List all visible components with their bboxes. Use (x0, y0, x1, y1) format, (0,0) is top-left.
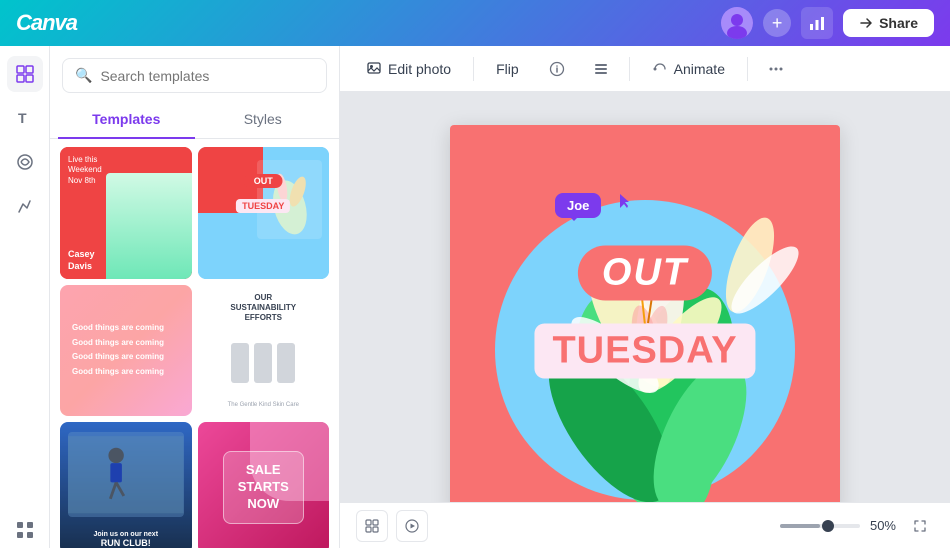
canva-logo: Canva (16, 10, 77, 36)
app-header: Canva + Share (0, 0, 950, 46)
toolbar-divider-3 (747, 57, 748, 81)
bottom-left-tools (356, 510, 428, 542)
search-icon: 🔍 (75, 67, 92, 84)
template-card-casey[interactable]: Live thisWeekendNov 8th CaseyDavis (60, 147, 192, 279)
canvas-out-text: OUT (578, 246, 712, 301)
search-bar-container: 🔍 (50, 46, 339, 101)
info-button[interactable] (541, 53, 573, 85)
play-button[interactable] (396, 510, 428, 542)
draw-icon (15, 196, 35, 216)
play-icon (405, 519, 419, 533)
layout-button[interactable] (585, 53, 617, 85)
more-options-icon (768, 61, 784, 77)
text-icon: T (15, 108, 35, 128)
card-sale-text: SALESTARTSNOW (238, 462, 289, 511)
template-card-good-things[interactable]: Good things are comingGood things are co… (60, 285, 192, 417)
collaborator-cursor-joe: Joe (555, 190, 630, 218)
tab-templates[interactable]: Templates (58, 101, 195, 139)
zoom-percent: 50% (870, 518, 896, 533)
animate-button[interactable]: Animate (642, 55, 735, 83)
card-casey-top-text: Live thisWeekendNov 8th (68, 155, 102, 185)
toolbar-divider-2 (629, 57, 630, 81)
grid-icon (365, 519, 379, 533)
sidebar-item-panels[interactable] (7, 56, 43, 92)
search-input[interactable] (100, 68, 314, 84)
card-run-club-runner (68, 432, 184, 517)
card-tuesday-out: OUT (244, 174, 283, 188)
template-card-tuesday[interactable]: OUT TUESDAY (198, 147, 330, 279)
panels-icon (15, 64, 35, 84)
apps-icon (15, 520, 35, 540)
sidebar-item-text[interactable]: T (7, 100, 43, 136)
joe-bubble: Joe (555, 193, 601, 218)
edit-photo-icon (366, 61, 382, 77)
fullscreen-button[interactable] (906, 512, 934, 540)
flip-button[interactable]: Flip (486, 55, 529, 83)
card-sustainability-brand: The Gentle Kind Skin Care (206, 402, 322, 408)
svg-text:T: T (18, 110, 27, 126)
sidebar-item-elements[interactable] (7, 144, 43, 180)
card-sustainability-title: OURSUSTAINABILITYEFFORTS (206, 293, 322, 324)
zoom-thumb[interactable] (822, 520, 834, 532)
template-grid: Live thisWeekendNov 8th CaseyDavis OUT T… (50, 139, 339, 548)
left-sidebar: T (0, 46, 50, 548)
canvas-tuesday-text: TUESDAY (534, 324, 755, 379)
flower-container (450, 125, 840, 515)
canvas-area: OUT TUESDAY Joe (340, 92, 950, 548)
analytics-button[interactable] (801, 7, 833, 39)
templates-panel: 🔍 Templates Styles Live thisWeekendNov 8… (50, 46, 340, 548)
fullscreen-icon (913, 519, 927, 533)
share-icon (859, 16, 873, 30)
bottom-bar: 50% (340, 502, 950, 548)
zoom-control: 50% (780, 512, 934, 540)
cursor-arrow-icon (618, 192, 630, 210)
elements-icon (15, 152, 35, 172)
animate-icon (652, 61, 668, 77)
flower-illustration (450, 125, 840, 515)
toolbar: Edit photo Flip Animate (340, 46, 950, 92)
info-icon (549, 61, 565, 77)
zoom-track (780, 524, 820, 528)
template-card-sale[interactable]: SALESTARTSNOW (198, 422, 330, 548)
card-sustainability-item-3 (277, 343, 295, 383)
card-sustainability-item-1 (231, 343, 249, 383)
design-canvas[interactable]: OUT TUESDAY Joe (450, 125, 840, 515)
tab-row: Templates Styles (50, 101, 339, 139)
toolbar-divider-1 (473, 57, 474, 81)
more-options-button[interactable] (760, 53, 792, 85)
card-tuesday-day: TUESDAY (236, 199, 290, 213)
template-card-run-club[interactable]: Join us on our nextRUN CLUB! (60, 422, 192, 548)
search-input-wrapper[interactable]: 🔍 (62, 58, 327, 93)
sidebar-item-apps[interactable] (7, 512, 43, 548)
sidebar-item-draw[interactable] (7, 188, 43, 224)
card-good-things-text: Good things are comingGood things are co… (72, 321, 164, 379)
card-run-club-text: Join us on our nextRUN CLUB! (60, 531, 192, 548)
user-avatar[interactable] (721, 7, 753, 39)
share-button[interactable]: Share (843, 9, 934, 37)
add-collaborator-button[interactable]: + (763, 9, 791, 37)
chart-icon (808, 14, 826, 32)
layout-icon (593, 61, 609, 77)
card-casey-name: CaseyDavis (68, 249, 95, 271)
tab-styles[interactable]: Styles (195, 101, 332, 139)
grid-button[interactable] (356, 510, 388, 542)
zoom-slider[interactable] (780, 524, 860, 528)
card-sustainability-item-2 (254, 343, 272, 383)
share-label: Share (879, 15, 918, 31)
template-card-sustainability[interactable]: OURSUSTAINABILITYEFFORTS The Gentle Kind… (198, 285, 330, 417)
edit-photo-button[interactable]: Edit photo (356, 55, 461, 83)
